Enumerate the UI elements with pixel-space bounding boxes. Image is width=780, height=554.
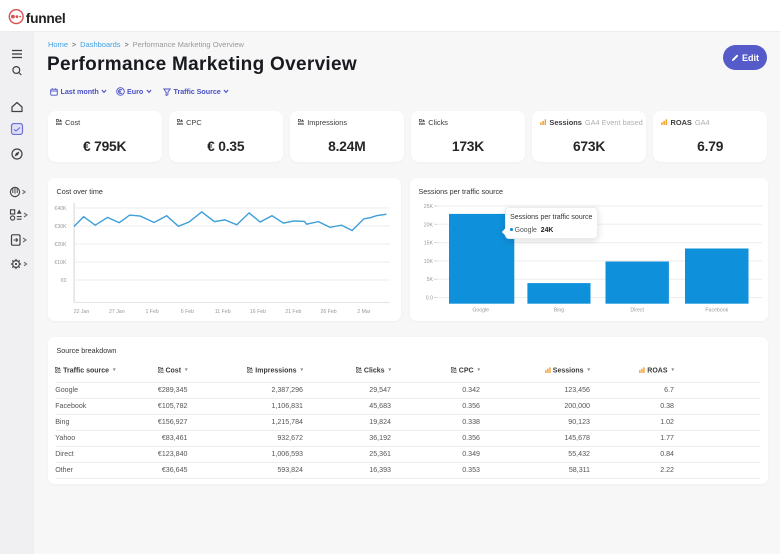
- svg-text:10K: 10K: [423, 259, 433, 265]
- svg-text:€10K: €10K: [54, 260, 67, 266]
- svg-text:0.0: 0.0: [425, 296, 432, 302]
- svg-text:26 Feb: 26 Feb: [320, 309, 336, 315]
- svg-text:20K: 20K: [423, 222, 433, 228]
- svg-text:€20K: €20K: [54, 242, 67, 248]
- svg-text:Direct: Direct: [630, 308, 644, 314]
- svg-text:25K: 25K: [423, 204, 433, 210]
- svg-text:27 Jan: 27 Jan: [109, 309, 125, 315]
- svg-text:Facebook: Facebook: [705, 308, 728, 314]
- svg-text:21 Feb: 21 Feb: [285, 309, 301, 315]
- svg-text:11 Feb: 11 Feb: [214, 309, 230, 315]
- svg-text:16 Feb: 16 Feb: [249, 309, 265, 315]
- svg-text:2 Mar: 2 Mar: [357, 309, 371, 315]
- svg-text:22 Jan: 22 Jan: [73, 309, 89, 315]
- svg-text:Bing: Bing: [553, 308, 563, 314]
- svg-text:€30K: €30K: [54, 224, 67, 230]
- svg-text:6 Feb: 6 Feb: [180, 309, 193, 315]
- svg-text:Google: Google: [472, 308, 489, 314]
- svg-text:15K: 15K: [423, 241, 433, 247]
- svg-text:5K: 5K: [426, 277, 433, 283]
- svg-text:1 Feb: 1 Feb: [145, 309, 158, 315]
- svg-text:€40K: €40K: [54, 206, 67, 212]
- svg-text:€0: €0: [60, 278, 66, 284]
